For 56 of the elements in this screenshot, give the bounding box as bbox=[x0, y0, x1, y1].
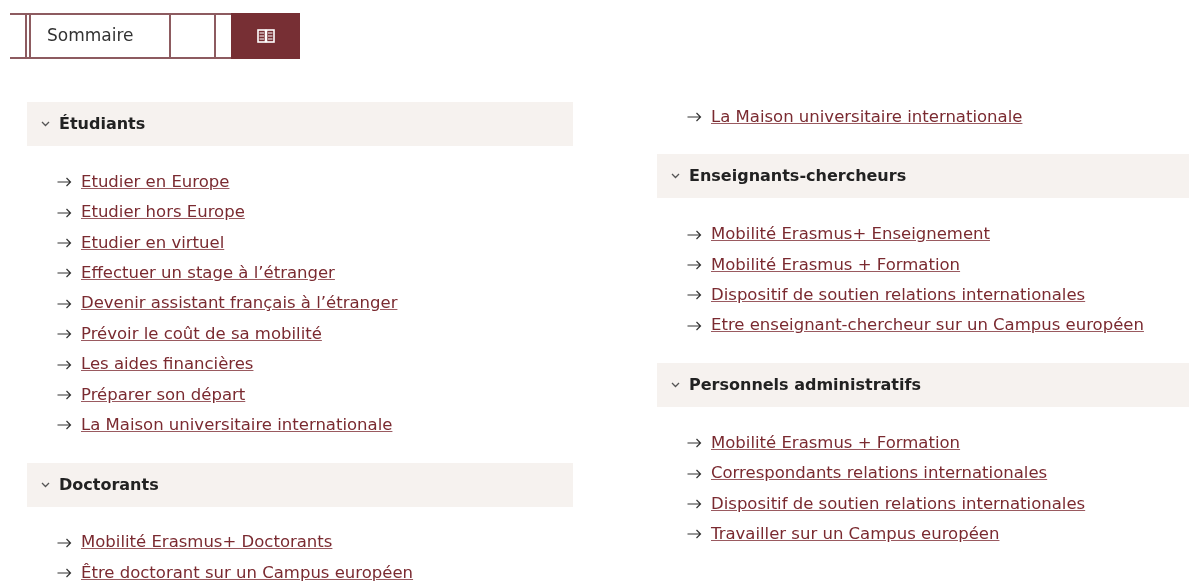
empty-tab[interactable] bbox=[171, 13, 216, 59]
menu-link[interactable]: Mobilité Erasmus+ Doctorants bbox=[81, 530, 333, 556]
menu-link[interactable]: Être doctorant sur un Campus européen bbox=[81, 560, 414, 583]
section-title: Étudiants bbox=[59, 113, 146, 135]
sommaire-tab[interactable]: Sommaire bbox=[31, 13, 171, 59]
arrow-icon bbox=[57, 420, 72, 431]
menu-link[interactable]: Correspondants relations internationales bbox=[711, 461, 1048, 486]
arrow-icon bbox=[57, 207, 72, 218]
arrow-icon bbox=[687, 290, 702, 301]
arrow-icon bbox=[57, 537, 72, 548]
menu-link[interactable]: La Maison universitaire internationale bbox=[711, 104, 1023, 130]
chevron-icon bbox=[41, 121, 50, 127]
arrow-icon bbox=[687, 438, 702, 449]
menu-link[interactable]: Mobilité Erasmus + Formation bbox=[711, 252, 961, 278]
arrow-icon bbox=[687, 529, 702, 540]
menu-link[interactable]: Etudier en virtuel bbox=[81, 230, 225, 256]
menu-link[interactable]: Dispositif de soutien relations internationales bbox=[711, 283, 1086, 308]
arrow-icon bbox=[687, 112, 702, 123]
menu-link[interactable]: Etudier en Europe bbox=[81, 169, 230, 195]
chevron-icon bbox=[671, 381, 680, 388]
arrow-icon bbox=[57, 177, 72, 188]
arrow-icon bbox=[57, 359, 72, 370]
arrow-icon bbox=[57, 389, 72, 400]
menu-link[interactable]: Prévoir le coût de sa mobilité bbox=[81, 321, 322, 347]
arrow-icon bbox=[57, 268, 72, 279]
arrow-icon bbox=[687, 259, 702, 270]
menu-link[interactable]: La Maison universitaire internationale bbox=[81, 412, 393, 438]
chevron-icon bbox=[41, 481, 50, 488]
section-header[interactable]: Enseignants-chercheurs bbox=[657, 154, 1189, 199]
menu-link[interactable]: Effectuer un stage à l’étranger bbox=[81, 261, 335, 286]
menu-link[interactable]: Dispositif de soutien relations internationales bbox=[711, 491, 1086, 517]
arrow-icon bbox=[57, 568, 72, 579]
section-header[interactable]: Doctorants bbox=[27, 462, 573, 507]
arrow-icon bbox=[687, 229, 702, 240]
arrow-icon bbox=[57, 298, 72, 309]
section-header[interactable]: Personnels administratifs bbox=[657, 362, 1189, 407]
menu-link[interactable]: Mobilité Erasmus+ Enseignement bbox=[711, 222, 990, 247]
section-title: Enseignants-chercheurs bbox=[689, 165, 907, 188]
menu-link[interactable]: Etre enseignant-chercheur sur un Campus européen bbox=[711, 313, 1144, 339]
menu-link[interactable]: Travailler sur un Campus européen bbox=[711, 521, 1000, 547]
book-icon bbox=[256, 28, 275, 44]
menu-link[interactable]: Les aides financières bbox=[81, 352, 254, 377]
chevron-icon bbox=[671, 173, 680, 180]
arrow-icon bbox=[687, 498, 702, 509]
menu-link[interactable]: Mobilité Erasmus + Formation bbox=[711, 430, 961, 456]
menu-link[interactable]: Devenir assistant français à l’étranger bbox=[81, 291, 398, 317]
arrow-icon bbox=[57, 237, 72, 248]
menu-link[interactable]: Préparer son départ bbox=[81, 382, 246, 408]
section-title: Doctorants bbox=[59, 473, 159, 496]
arrow-icon bbox=[57, 329, 72, 340]
section-title: Personnels administratifs bbox=[689, 373, 921, 396]
arrow-icon bbox=[687, 468, 702, 479]
book-button[interactable] bbox=[231, 13, 300, 59]
arrow-icon bbox=[687, 320, 702, 331]
section-header[interactable]: Étudiants bbox=[27, 102, 573, 146]
menu-link[interactable]: Etudier hors Europe bbox=[81, 200, 245, 225]
